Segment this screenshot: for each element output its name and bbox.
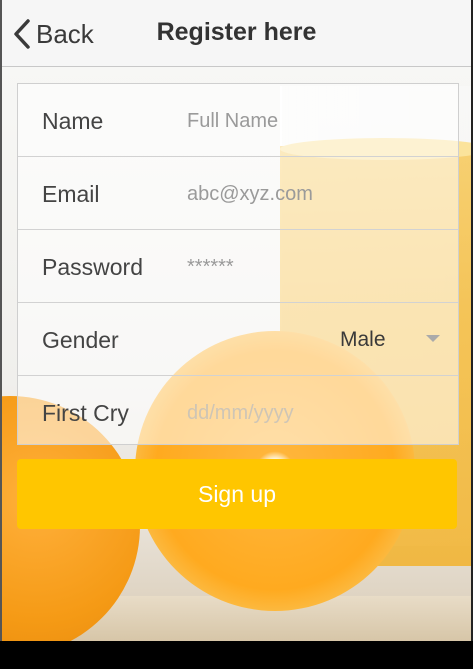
email-label: Email	[42, 181, 100, 207]
password-label: Password	[42, 254, 143, 280]
email-input[interactable]	[187, 177, 437, 211]
left-border	[0, 0, 2, 641]
gender-selected-value: Male	[340, 328, 386, 351]
email-row: Email	[18, 157, 458, 230]
sign-up-button[interactable]: Sign up	[17, 459, 457, 529]
name-label: Name	[42, 108, 104, 134]
caret-down-icon	[426, 335, 440, 342]
first-cry-date-input[interactable]	[187, 396, 437, 430]
name-row: Name	[18, 84, 458, 157]
name-input[interactable]	[187, 104, 437, 138]
header-bar: Back Register here	[0, 0, 473, 67]
first-cry-label: First Cry	[42, 400, 129, 426]
registration-form: Name Email Password Gender Male First Cr…	[17, 83, 459, 445]
password-row: Password	[18, 230, 458, 303]
gender-row: Gender Male	[18, 303, 458, 376]
gender-select[interactable]: Male	[340, 325, 440, 355]
bottom-bar	[0, 641, 473, 669]
page-title: Register here	[156, 18, 317, 46]
password-input[interactable]	[187, 250, 437, 284]
first-cry-row: First Cry	[18, 376, 458, 448]
gender-label: Gender	[42, 327, 119, 353]
register-screen: Back Register here Name Email Password G…	[0, 0, 473, 669]
